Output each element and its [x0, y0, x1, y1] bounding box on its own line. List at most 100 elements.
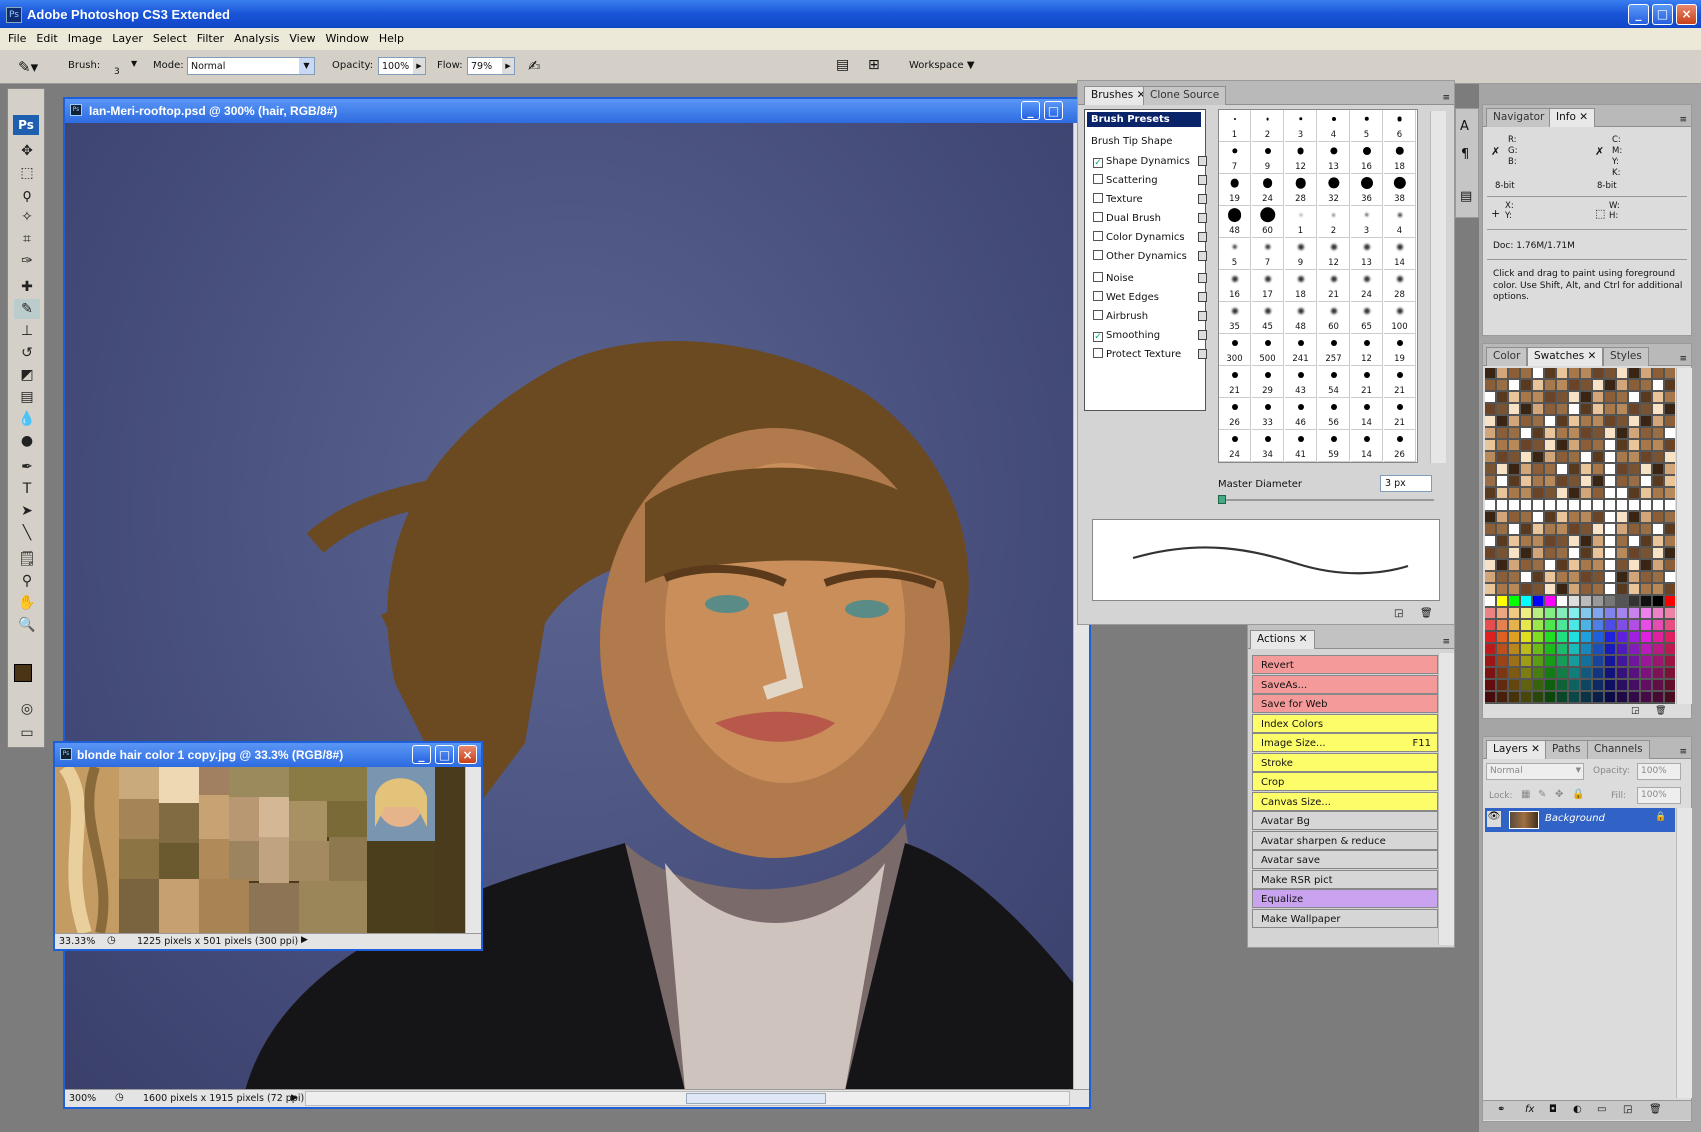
color-swatch[interactable] [1569, 632, 1580, 643]
color-swatch[interactable] [1605, 548, 1616, 559]
magic-wand-tool-icon[interactable]: ✧ [14, 207, 40, 227]
panel-menu-icon[interactable]: ≡ [1679, 747, 1687, 757]
color-swatch[interactable] [1521, 476, 1532, 487]
color-swatch[interactable] [1485, 656, 1496, 667]
color-swatch[interactable] [1521, 680, 1532, 691]
color-swatch[interactable] [1569, 668, 1580, 679]
checkbox[interactable] [1093, 272, 1103, 282]
color-swatch[interactable] [1509, 608, 1520, 619]
color-swatch[interactable] [1521, 560, 1532, 571]
checkbox[interactable]: ✓ [1093, 158, 1103, 168]
brush-preset-cell[interactable]: 24 [1351, 270, 1383, 302]
quick-mask-icon[interactable]: ◎ [14, 699, 40, 719]
color-swatch[interactable] [1521, 584, 1532, 595]
color-swatch[interactable] [1485, 560, 1496, 571]
brush-preset-cell[interactable]: 38 [1384, 174, 1416, 206]
color-swatch[interactable] [1581, 500, 1592, 511]
color-swatch[interactable] [1569, 692, 1580, 703]
brush-preset-cell[interactable]: 13 [1351, 238, 1383, 270]
color-swatch[interactable] [1533, 656, 1544, 667]
color-swatch[interactable] [1557, 404, 1568, 415]
color-swatch[interactable] [1569, 548, 1580, 559]
color-swatch[interactable] [1665, 524, 1675, 535]
action-item[interactable]: Avatar sharpen & reduce [1252, 830, 1438, 850]
color-swatch[interactable] [1617, 368, 1628, 379]
color-swatch[interactable] [1557, 560, 1568, 571]
color-swatch[interactable] [1629, 536, 1640, 547]
type-tool-icon[interactable]: T [14, 479, 40, 499]
lock-transparency-icon[interactable]: ▦ [1521, 789, 1530, 800]
color-swatch[interactable] [1557, 500, 1568, 511]
color-swatch[interactable] [1545, 596, 1556, 607]
menu-layer[interactable]: Layer [107, 28, 148, 50]
color-swatch[interactable] [1521, 416, 1532, 427]
color-swatch[interactable] [1665, 416, 1675, 427]
color-swatch[interactable] [1533, 632, 1544, 643]
brush-option-item[interactable]: Wet Edges [1093, 288, 1211, 307]
panel-menu-icon[interactable]: ≡ [1442, 637, 1450, 647]
color-swatch[interactable] [1545, 440, 1556, 451]
workspace-button[interactable]: Workspace ▼ [909, 60, 975, 71]
color-swatch[interactable] [1653, 404, 1664, 415]
color-swatch[interactable] [1665, 452, 1675, 463]
brush-preset-cell[interactable]: 257 [1318, 334, 1350, 366]
color-swatch[interactable] [1629, 452, 1640, 463]
color-swatch[interactable] [1569, 500, 1580, 511]
layers-vscroll[interactable] [1676, 808, 1692, 1098]
color-swatch[interactable] [1569, 536, 1580, 547]
color-swatch[interactable] [1545, 644, 1556, 655]
brush-presets-item[interactable]: Brush Presets [1087, 112, 1201, 127]
color-swatch[interactable] [1653, 452, 1664, 463]
color-swatch[interactable] [1641, 392, 1652, 403]
color-swatch[interactable] [1665, 500, 1675, 511]
color-swatch[interactable] [1653, 380, 1664, 391]
color-swatch[interactable] [1653, 416, 1664, 427]
hair-color-reference-image[interactable] [55, 767, 465, 933]
color-swatch[interactable] [1545, 500, 1556, 511]
action-item[interactable]: Canvas Size... [1252, 791, 1438, 811]
color-swatch[interactable] [1665, 392, 1675, 403]
color-swatch[interactable] [1641, 560, 1652, 571]
status-menu-arrow-icon[interactable]: ▶ [301, 935, 308, 945]
color-swatch[interactable] [1641, 404, 1652, 415]
lock-icon[interactable] [1198, 292, 1207, 302]
color-swatch[interactable] [1557, 368, 1568, 379]
color-swatch[interactable] [1581, 608, 1592, 619]
color-swatch[interactable] [1581, 428, 1592, 439]
color-swatch[interactable] [1641, 500, 1652, 511]
color-swatch[interactable] [1545, 668, 1556, 679]
color-swatch[interactable] [1533, 452, 1544, 463]
color-swatch[interactable] [1509, 404, 1520, 415]
color-swatch[interactable] [1593, 476, 1604, 487]
color-swatch[interactable] [1605, 584, 1616, 595]
color-swatch[interactable] [1629, 380, 1640, 391]
healing-brush-icon[interactable]: ✚ [14, 277, 40, 297]
color-swatch[interactable] [1485, 416, 1496, 427]
color-swatch[interactable] [1509, 584, 1520, 595]
color-swatch[interactable] [1653, 572, 1664, 583]
main-doc-hscroll[interactable] [305, 1091, 1070, 1106]
lock-position-icon[interactable]: ✥ [1555, 789, 1563, 800]
color-swatch[interactable] [1617, 452, 1628, 463]
brush-preset-cell[interactable]: 19 [1384, 334, 1416, 366]
color-swatch[interactable] [1545, 560, 1556, 571]
brush-preset-cell[interactable]: 12 [1318, 238, 1350, 270]
color-swatch[interactable] [1605, 572, 1616, 583]
color-swatch[interactable] [1653, 596, 1664, 607]
color-swatch[interactable] [1569, 440, 1580, 451]
color-swatch[interactable] [1665, 536, 1675, 547]
color-swatch[interactable] [1557, 548, 1568, 559]
color-swatch[interactable] [1557, 392, 1568, 403]
color-swatch[interactable] [1641, 644, 1652, 655]
color-swatch[interactable] [1509, 560, 1520, 571]
brush-option-item[interactable]: Noise [1093, 269, 1211, 288]
brush-option-item[interactable]: ✓ Shape Dynamics [1093, 152, 1211, 171]
color-swatch[interactable] [1593, 416, 1604, 427]
color-swatch[interactable] [1569, 572, 1580, 583]
color-swatch[interactable] [1653, 512, 1664, 523]
status-options-icon[interactable]: ◷ [115, 1092, 124, 1103]
color-swatch[interactable] [1533, 488, 1544, 499]
opacity-field[interactable]: 100% ▶ [378, 57, 426, 75]
brush-preset-cell[interactable]: 33 [1252, 398, 1284, 430]
color-swatch[interactable] [1485, 692, 1496, 703]
